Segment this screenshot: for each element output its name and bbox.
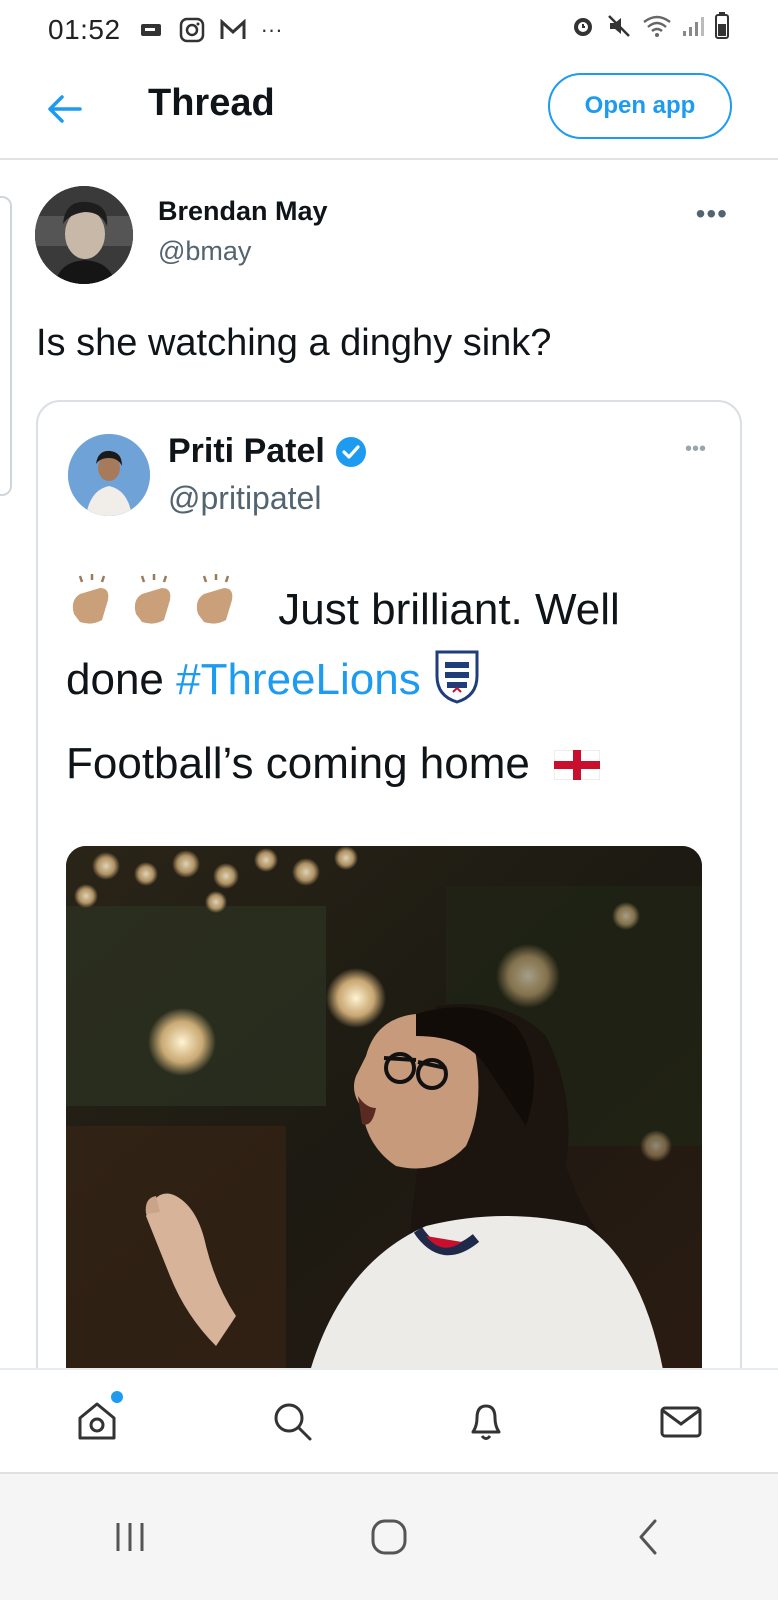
quoted-text-done: done <box>66 655 177 704</box>
quoted-author-avatar[interactable] <box>68 434 150 516</box>
quoted-more-icon[interactable]: ••• <box>685 438 706 461</box>
author-avatar[interactable] <box>35 186 133 284</box>
nav-home-button[interactable] <box>67 1391 127 1451</box>
nav-messages-button[interactable] <box>651 1391 711 1451</box>
status-time: 01:52 <box>48 14 121 45</box>
thread-header: Thread Open app <box>0 60 778 160</box>
quoted-text-line-2: done #ThreeLions <box>66 648 481 706</box>
more-options-icon[interactable]: ••• <box>696 198 728 230</box>
quoted-author-name[interactable]: Priti Patel <box>168 432 325 471</box>
author-name[interactable]: Brendan May <box>158 196 328 227</box>
instagram-icon <box>179 17 204 43</box>
notification-dot <box>111 1391 124 1403</box>
signal-icon <box>683 17 704 36</box>
notification-icon <box>140 24 161 36</box>
tweet-photo[interactable] <box>66 846 702 1386</box>
england-crest-icon <box>435 650 479 704</box>
author-handle[interactable]: @bmay <box>158 236 251 267</box>
search-icon <box>274 1403 312 1441</box>
recent-apps-button[interactable] <box>95 1502 165 1572</box>
back-chevron-icon <box>639 1519 657 1555</box>
quoted-text-football: Football’s coming home <box>66 739 530 788</box>
home-system-button[interactable] <box>354 1502 424 1572</box>
nav-notifications-button[interactable] <box>456 1391 516 1451</box>
bottom-navigation <box>0 1368 778 1472</box>
quoted-tweet-card[interactable]: Priti Patel @pritipatel ••• Just brillia… <box>36 400 742 1400</box>
quoted-text-line-3: Football’s coming home <box>66 738 601 790</box>
wifi-icon <box>643 15 671 37</box>
gmail-icon <box>220 19 246 39</box>
england-flag-icon <box>554 750 601 780</box>
back-button[interactable] <box>40 85 88 133</box>
more-dots-icon: ··· <box>260 17 283 42</box>
back-system-button[interactable] <box>613 1502 683 1572</box>
back-arrow-icon <box>48 95 82 123</box>
android-system-navigation <box>0 1472 778 1600</box>
open-app-button[interactable]: Open app <box>548 73 732 139</box>
battery-icon <box>715 12 729 39</box>
status-bar: 01:52 ··· <box>0 0 778 60</box>
messages-icon <box>660 1406 702 1438</box>
page-title: Thread <box>148 82 275 124</box>
alarm-icon <box>574 18 592 36</box>
tweet-text: Is she watching a dinghy sink? <box>36 322 552 364</box>
recent-apps-icon <box>116 1523 144 1551</box>
hashtag-link[interactable]: #ThreeLions <box>176 655 421 704</box>
verified-badge-icon <box>335 436 366 467</box>
home-icon <box>78 1402 116 1440</box>
quoted-text-brilliant: Just brilliant. Well <box>278 585 620 634</box>
mute-icon <box>608 15 630 37</box>
notifications-icon <box>471 1404 501 1440</box>
quoted-author-handle[interactable]: @pritipatel <box>168 480 321 517</box>
nav-search-button[interactable] <box>262 1391 322 1451</box>
thread-rail <box>0 196 12 496</box>
quoted-text-line-1: Just brilliant. Well <box>66 574 620 636</box>
home-circle-icon <box>371 1519 407 1555</box>
clapping-hands-icon <box>72 574 233 624</box>
